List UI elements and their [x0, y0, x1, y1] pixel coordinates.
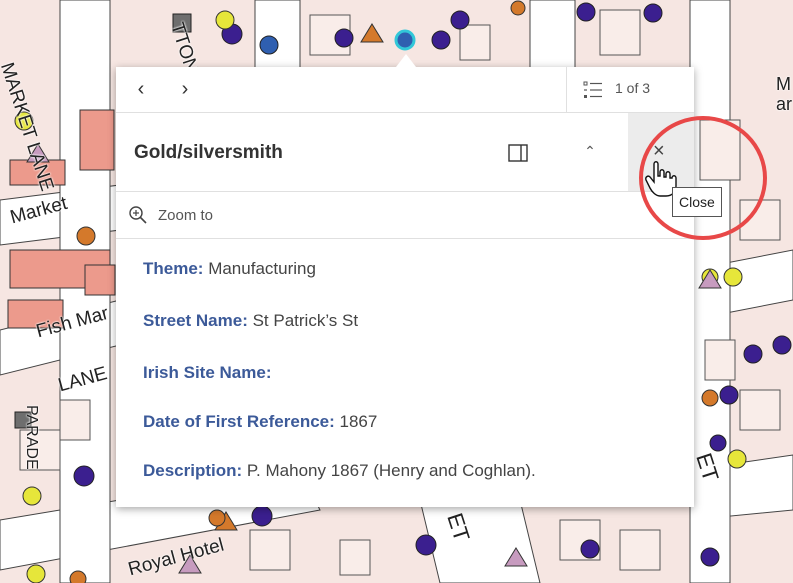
zoom-to-button[interactable]: Zoom to	[116, 192, 694, 239]
field-theme: Theme: Manufacturing	[143, 259, 316, 279]
popup-title: Gold/silversmith	[134, 142, 283, 163]
selected-feature-marker[interactable]	[394, 29, 416, 51]
pager-count: 1 of 3	[615, 80, 651, 96]
field-key: Description:	[143, 461, 243, 480]
feature-list-button[interactable]: 1 of 3	[566, 67, 694, 112]
next-feature-button[interactable]: ›	[170, 75, 200, 105]
field-street-name: Street Name: St Patrick’s St	[143, 311, 358, 331]
zoom-to-label: Zoom to	[158, 207, 214, 224]
map-marker-blue	[259, 35, 279, 55]
list-icon	[583, 81, 602, 98]
field-value: 1867	[334, 412, 378, 431]
map-label-parade: PARADE	[23, 405, 40, 470]
field-irish-site-name: Irish Site Name:	[143, 363, 272, 383]
map-label-m: M	[776, 74, 791, 94]
zoom-in-icon	[129, 206, 147, 224]
chevron-up-icon[interactable]: ⌃	[578, 139, 602, 163]
previous-feature-button[interactable]: ‹	[126, 75, 156, 105]
field-key: Street Name:	[143, 311, 248, 330]
feature-popup: ‹ › 1 of 3 Gold/silversmith ⌃ × Zoom to …	[116, 54, 694, 507]
field-key: Date of First Reference:	[143, 412, 335, 431]
field-key: Irish Site Name:	[143, 363, 272, 382]
popup-nav-bar: ‹ › 1 of 3	[116, 67, 694, 113]
popup-pointer	[396, 54, 416, 67]
field-value: P. Mahony 1867 (Henry and Coghlan).	[242, 461, 536, 480]
close-tooltip: Close	[672, 187, 722, 217]
field-date-first-reference: Date of First Reference: 1867	[143, 412, 377, 432]
popup-header: Gold/silversmith ⌃ ×	[116, 113, 694, 192]
map-label-ar: ar	[776, 94, 793, 114]
field-value: St Patrick’s St	[247, 311, 359, 330]
dock-icon[interactable]	[506, 141, 530, 165]
field-value: Manufacturing	[203, 259, 316, 278]
field-key: Theme:	[143, 259, 204, 278]
field-description: Description: P. Mahony 1867 (Henry and C…	[143, 461, 536, 481]
